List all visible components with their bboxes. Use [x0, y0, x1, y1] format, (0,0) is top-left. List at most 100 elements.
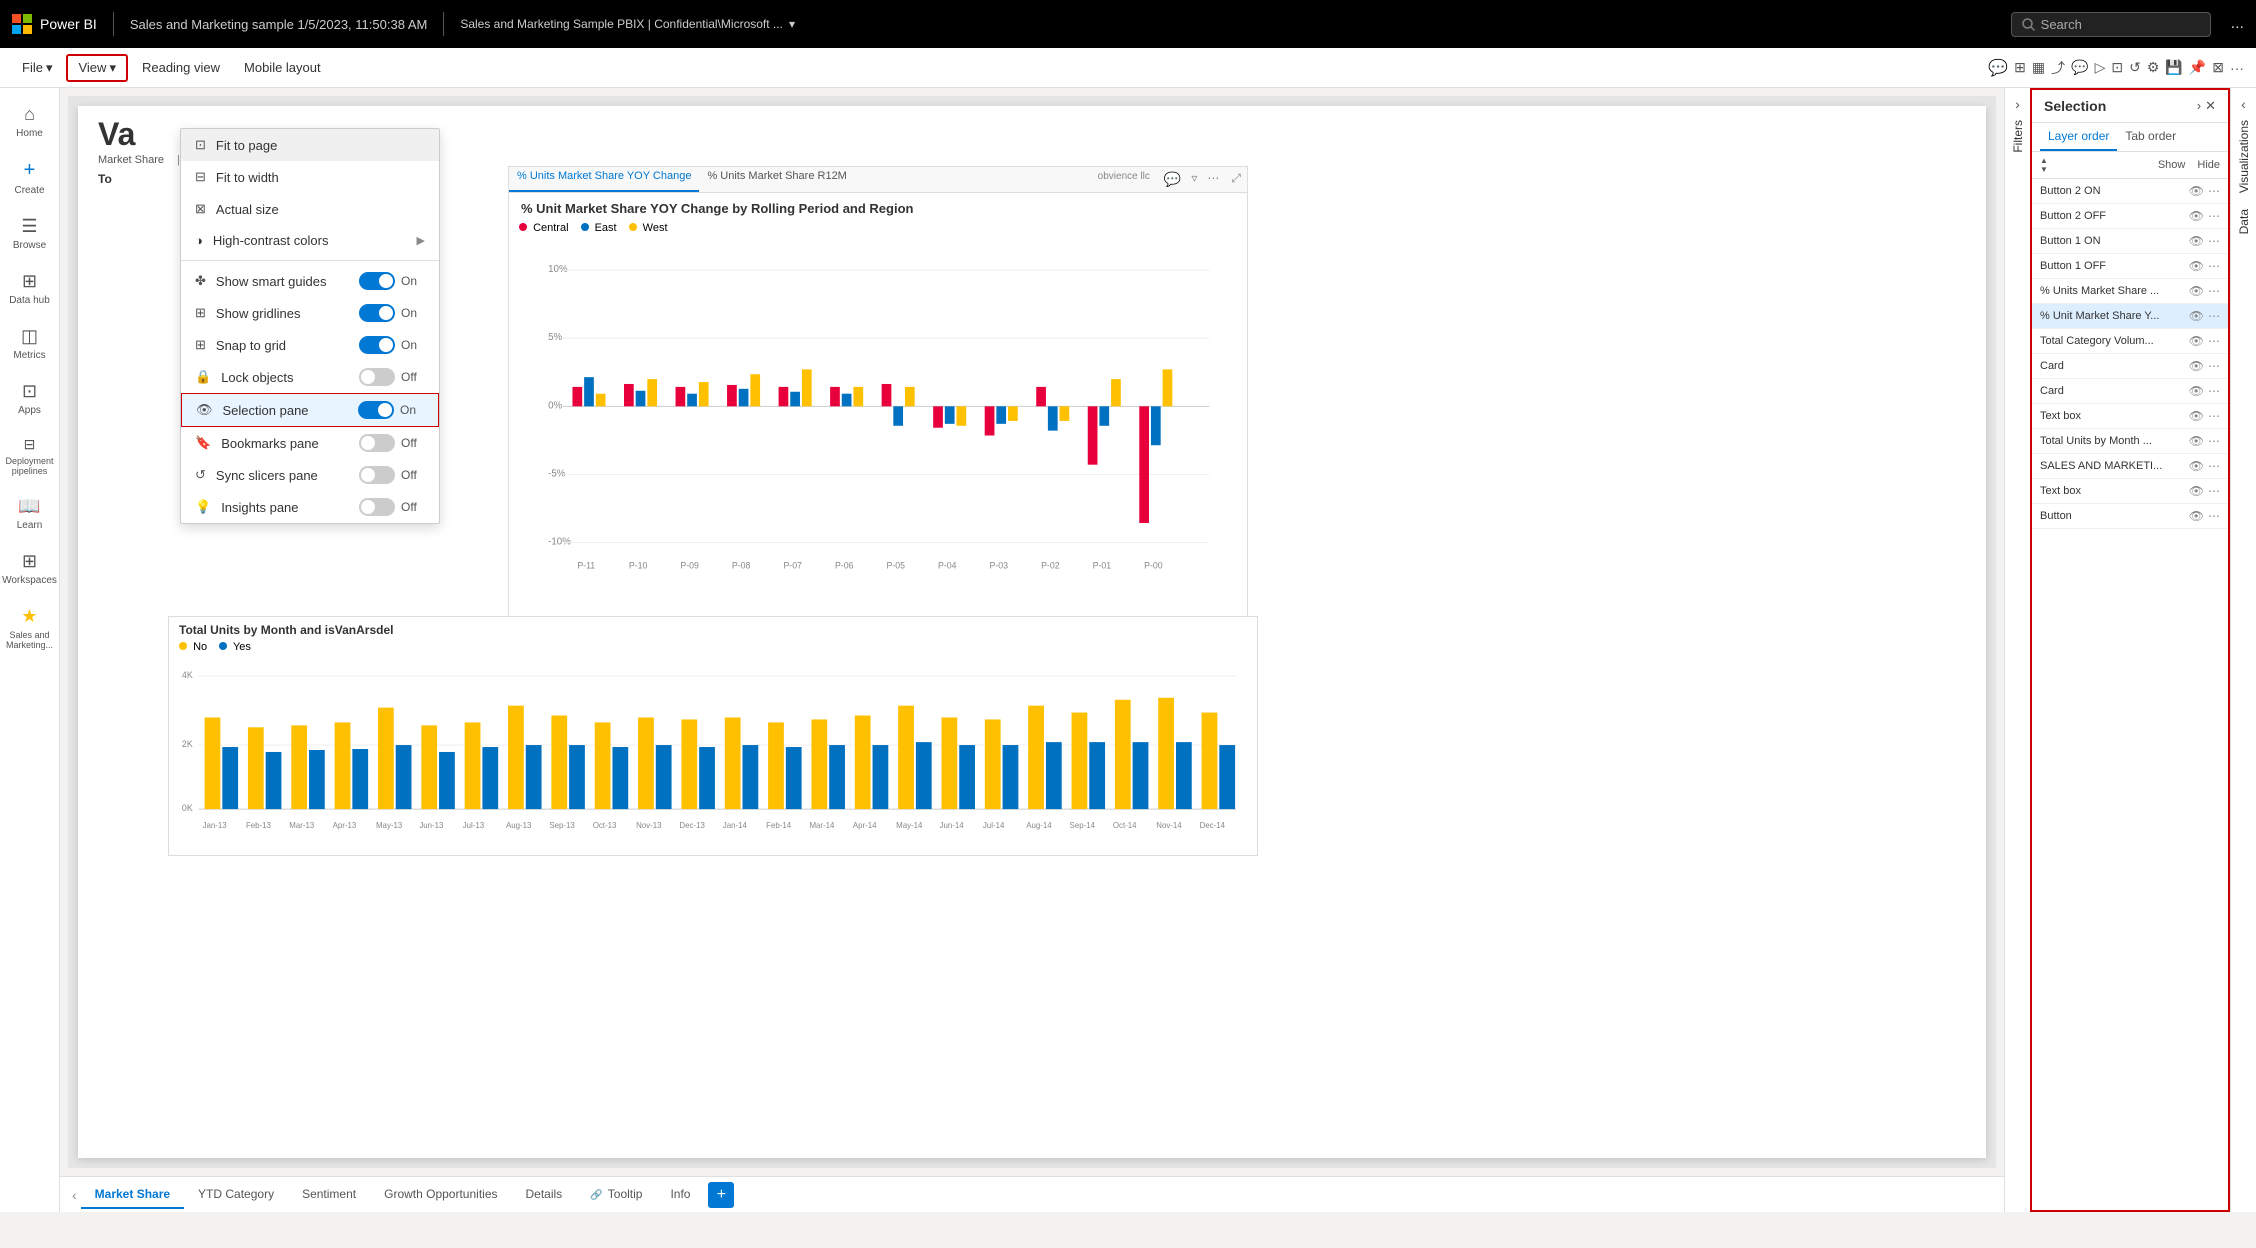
selection-item-7[interactable]: Card 👁 ⋯	[2032, 354, 2228, 379]
doc-file-info[interactable]: Sales and Marketing Sample PBIX | Confid…	[460, 17, 1998, 31]
fit-to-width-item[interactable]: ⊟ Fit to width	[181, 161, 439, 193]
more-item-icon-8[interactable]: ⋯	[2208, 384, 2220, 398]
visibility-icon-5[interactable]: 👁	[2189, 309, 2204, 323]
more-item-icon-3[interactable]: ⋯	[2208, 259, 2220, 273]
more-item-icon-5[interactable]: ⋯	[2208, 309, 2220, 323]
more-item-icon-7[interactable]: ⋯	[2208, 359, 2220, 373]
pin-icon[interactable]: 📌	[2189, 59, 2206, 76]
table-icon[interactable]: ▦	[2032, 59, 2045, 76]
sync-slicers-toggle[interactable]	[359, 466, 395, 484]
sidebar-item-workspaces[interactable]: ⊞ Workspaces	[2, 543, 58, 594]
comment-icon[interactable]: 💬	[1988, 58, 2008, 78]
more-item-icon-6[interactable]: ⋯	[2208, 334, 2220, 348]
lock-objects-toggle[interactable]	[359, 368, 395, 386]
more-item-icon-4[interactable]: ⋯	[2208, 284, 2220, 298]
snap-to-grid-toggle-row[interactable]: ⊞ Snap to grid On	[181, 329, 439, 361]
search-box[interactable]: Search	[2011, 12, 2211, 37]
selection-item-2[interactable]: Button 1 ON 👁 ⋯	[2032, 229, 2228, 254]
selection-item-11[interactable]: SALES AND MARKETI... 👁 ⋯	[2032, 454, 2228, 479]
settings-icon[interactable]: ⚙	[2147, 59, 2160, 76]
viz-panel[interactable]: ‹ Visualizations Data	[2230, 88, 2256, 1212]
selection-item-13[interactable]: Button 👁 ⋯	[2032, 504, 2228, 529]
insights-pane-toggle-row[interactable]: 💡 Insights pane Off	[181, 491, 439, 523]
page-tab-details[interactable]: Details	[512, 1181, 577, 1209]
tab-tab-order[interactable]: Tab order	[2117, 123, 2184, 151]
view-menu-button[interactable]: View ▾	[66, 54, 127, 82]
expand-chart-icon[interactable]: ⤢	[1225, 167, 1247, 192]
sidebar-item-sales[interactable]: ★ Sales and Marketing...	[2, 598, 58, 658]
selection-pane-toggle[interactable]	[358, 401, 394, 419]
sync-icon[interactable]: ⊞	[2014, 59, 2026, 76]
sidebar-item-browse[interactable]: ☰ Browse	[2, 208, 58, 259]
file-menu-button[interactable]: File ▾	[12, 56, 62, 80]
filters-panel[interactable]: › Filters	[2004, 88, 2030, 1212]
chat-button[interactable]: 💬	[1158, 167, 1187, 192]
selection-item-5[interactable]: % Unit Market Share Y... 👁 ⋯	[2032, 304, 2228, 329]
chart2-container[interactable]: Total Units by Month and isVanArsdel No …	[168, 616, 1258, 856]
more-options-icon[interactable]: ...	[2231, 15, 2244, 33]
page-tab-nav-left[interactable]: ‹	[68, 1187, 81, 1203]
visibility-icon-6[interactable]: 👁	[2189, 334, 2204, 348]
filters-collapse-icon[interactable]: ›	[2015, 96, 2020, 112]
gridlines-toggle-row[interactable]: ⊞ Show gridlines On	[181, 297, 439, 329]
ribbon-more-icon[interactable]: ···	[2230, 60, 2244, 76]
insights-pane-toggle[interactable]	[359, 498, 395, 516]
more-chart-icon[interactable]: ⋯	[1201, 167, 1225, 192]
page-tab-sentiment[interactable]: Sentiment	[288, 1181, 370, 1209]
mobile-layout-button[interactable]: Mobile layout	[234, 56, 331, 79]
share-icon[interactable]: ⤴	[2051, 58, 2065, 78]
more-item-icon-12[interactable]: ⋯	[2208, 484, 2220, 498]
embed-icon[interactable]: ⊡	[2111, 59, 2123, 76]
more-item-icon-11[interactable]: ⋯	[2208, 459, 2220, 473]
visibility-icon-13[interactable]: 👁	[2189, 509, 2204, 523]
page-tab-tooltip[interactable]: 🔗 Tooltip	[576, 1181, 656, 1209]
selection-item-9[interactable]: Text box 👁 ⋯	[2032, 404, 2228, 429]
more-item-icon-0[interactable]: ⋯	[2208, 184, 2220, 198]
reading-view-button[interactable]: Reading view	[132, 56, 230, 79]
more-item-icon-10[interactable]: ⋯	[2208, 434, 2220, 448]
visibility-icon-9[interactable]: 👁	[2189, 409, 2204, 423]
selection-panel-close-icon[interactable]: ✕	[2205, 98, 2216, 114]
sort-up-icon[interactable]: ▲	[2040, 156, 2048, 165]
selection-item-3[interactable]: Button 1 OFF 👁 ⋯	[2032, 254, 2228, 279]
add-page-button[interactable]: +	[708, 1182, 734, 1208]
viz-collapse-icon[interactable]: ‹	[2241, 96, 2246, 112]
page-tab-info[interactable]: Info	[656, 1181, 704, 1209]
visibility-icon-2[interactable]: 👁	[2189, 234, 2204, 248]
sidebar-item-data-hub[interactable]: ⊞ Data hub	[2, 263, 58, 314]
sidebar-item-deployment[interactable]: ⊟ Deployment pipelines	[2, 428, 58, 484]
chat-icon[interactable]: 💬	[2071, 59, 2088, 76]
bookmarks-pane-toggle[interactable]	[359, 434, 395, 452]
smart-guides-toggle[interactable]	[359, 272, 395, 290]
visibility-icon-4[interactable]: 👁	[2189, 284, 2204, 298]
visibility-icon-11[interactable]: 👁	[2189, 459, 2204, 473]
actual-size-item[interactable]: ⊠ Actual size	[181, 193, 439, 225]
sidebar-item-home[interactable]: ⌂ Home	[2, 96, 58, 147]
selection-item-6[interactable]: Total Category Volum... 👁 ⋯	[2032, 329, 2228, 354]
save-icon[interactable]: 💾	[2165, 59, 2182, 76]
page-tab-market-share[interactable]: Market Share	[81, 1181, 184, 1209]
visibility-icon-7[interactable]: 👁	[2189, 359, 2204, 373]
sync-slicers-pane-toggle-row[interactable]: ↺ Sync slicers pane Off	[181, 459, 439, 491]
lock-objects-toggle-row[interactable]: 🔒 Lock objects Off	[181, 361, 439, 393]
more-item-icon-9[interactable]: ⋯	[2208, 409, 2220, 423]
sidebar-item-create[interactable]: + Create	[2, 151, 58, 204]
more-item-icon-1[interactable]: ⋯	[2208, 209, 2220, 223]
more-item-icon-13[interactable]: ⋯	[2208, 509, 2220, 523]
page-tab-growth[interactable]: Growth Opportunities	[370, 1181, 511, 1209]
high-contrast-item[interactable]: ◑ High-contrast colors ▶	[181, 225, 439, 256]
sidebar-item-learn[interactable]: 📖 Learn	[2, 488, 58, 539]
visibility-icon-10[interactable]: 👁	[2189, 434, 2204, 448]
page-tab-ytd-category[interactable]: YTD Category	[184, 1181, 288, 1209]
selection-item-4[interactable]: % Units Market Share ... 👁 ⋯	[2032, 279, 2228, 304]
gridlines-toggle[interactable]	[359, 304, 395, 322]
selection-item-1[interactable]: Button 2 OFF 👁 ⋯	[2032, 204, 2228, 229]
sidebar-item-metrics[interactable]: ◫ Metrics	[2, 318, 58, 369]
sort-down-icon[interactable]: ▼	[2040, 165, 2048, 174]
fit-to-page-item[interactable]: ⊡ Fit to page	[181, 129, 439, 161]
filter-icon[interactable]: ▿	[1187, 167, 1201, 192]
bookmarks-pane-toggle-row[interactable]: 🔖 Bookmarks pane Off	[181, 427, 439, 459]
selection-panel-expand-icon[interactable]: ›	[2197, 98, 2201, 114]
visibility-icon-0[interactable]: 👁	[2189, 184, 2204, 198]
smart-guides-toggle-row[interactable]: ✤ Show smart guides On	[181, 265, 439, 297]
